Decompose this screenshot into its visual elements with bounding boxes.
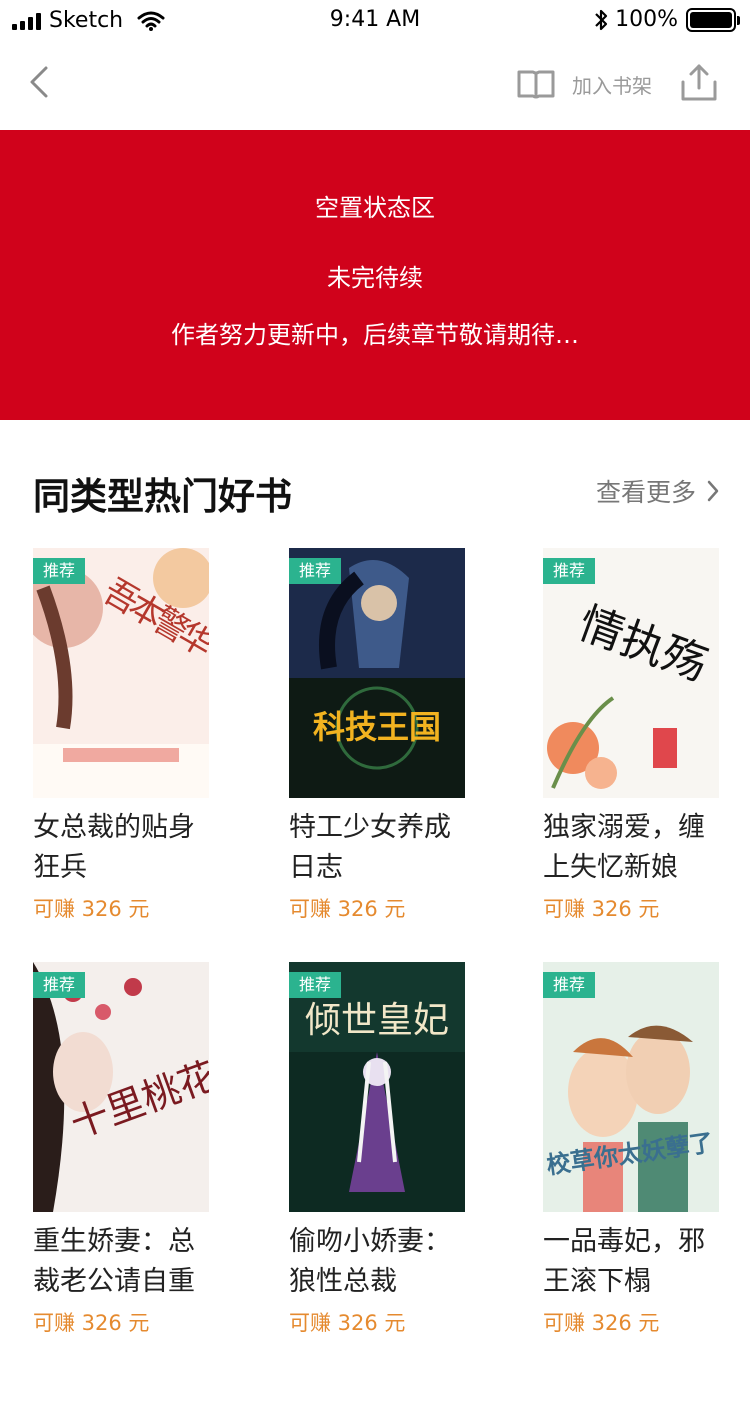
- book-earn: 可赚 326 元: [289, 897, 406, 921]
- see-more-label: 查看更多: [595, 478, 696, 507]
- book-title-line: 女总裁的贴身: [33, 812, 195, 843]
- book-title: 重生娇妻：总 裁老公请自重: [33, 1222, 223, 1302]
- section-title: 同类型热门好书: [33, 474, 292, 518]
- empty-state-subtitle: 未完待续: [327, 264, 423, 292]
- book-title: 特工少女养成 日志: [289, 808, 479, 888]
- recommend-tag: 推荐: [289, 972, 341, 998]
- book-cover: 吾本警华 推荐: [33, 548, 209, 798]
- battery-percent: 100%: [615, 7, 678, 32]
- cover-title: 倾世皇妃: [305, 1000, 449, 1041]
- empty-state-title: 空置状态区: [315, 194, 435, 222]
- status-bar: Sketch 9:41 AM 100%: [0, 0, 750, 40]
- book-title-line: 独家溺爱，缠: [543, 812, 705, 843]
- book-title: 偷吻小娇妻： 狼性总裁: [289, 1222, 479, 1302]
- book-title-line: 日志: [289, 852, 343, 883]
- empty-state-area: 空置状态区 未完待续 作者努力更新中，后续章节敬请期待…: [0, 130, 750, 420]
- book-earn: 可赚 326 元: [543, 897, 660, 921]
- recommend-tag: 推荐: [289, 558, 341, 584]
- recommend-tag: 推荐: [543, 558, 595, 584]
- empty-state-description: 作者努力更新中，后续章节敬请期待…: [171, 321, 579, 349]
- book-title-line: 上失忆新娘: [543, 852, 678, 883]
- recommend-tag: 推荐: [543, 972, 595, 998]
- status-right: 100%: [593, 7, 740, 32]
- bluetooth-icon: [595, 9, 608, 30]
- book-cover: 情执殇 推荐: [543, 548, 719, 798]
- chevron-left-icon: [30, 66, 48, 98]
- recommend-tag: 推荐: [33, 972, 85, 998]
- book-icon: [517, 70, 555, 99]
- recommend-tag: 推荐: [33, 558, 85, 584]
- book-title-line: 一品毒妃，邪: [543, 1226, 705, 1257]
- add-to-shelf-button[interactable]: 加入书架: [516, 64, 652, 104]
- book-title-line: 重生娇妻：总: [33, 1226, 195, 1257]
- book-title-line: 狂兵: [33, 852, 87, 883]
- book-cover: 校草你太妖孽了 推荐: [543, 962, 719, 1212]
- back-button[interactable]: [24, 62, 60, 102]
- book-title-line: 偷吻小娇妻：: [289, 1226, 451, 1257]
- share-button[interactable]: [678, 62, 720, 104]
- book-earn: 可赚 326 元: [33, 1311, 150, 1335]
- cover-title: 科技王国: [313, 708, 441, 746]
- book-title-line: 特工少女养成: [289, 812, 451, 843]
- chevron-right-icon: [707, 480, 719, 502]
- book-cover: 十里桃花 推荐: [33, 962, 209, 1212]
- book-earn: 可赚 326 元: [543, 1311, 660, 1335]
- book-earn: 可赚 326 元: [33, 897, 150, 921]
- book-title-line: 裁老公请自重: [33, 1266, 195, 1297]
- see-more-link[interactable]: 查看更多: [596, 473, 720, 509]
- book-cover: 科技王国 推荐: [289, 548, 465, 798]
- book-title-line: 王滚下榻: [543, 1266, 651, 1297]
- book-title-line: 狼性总裁: [289, 1266, 397, 1297]
- book-earn: 可赚 326 元: [289, 1311, 406, 1335]
- book-cover: 倾世皇妃 推荐: [289, 962, 465, 1212]
- add-to-shelf-label: 加入书架: [572, 73, 652, 98]
- battery-icon: [686, 7, 740, 32]
- nav-bar: 加入书架: [0, 40, 750, 130]
- book-title: 一品毒妃，邪 王滚下榻: [543, 1222, 733, 1302]
- book-title: 独家溺爱，缠 上失忆新娘: [543, 808, 733, 888]
- share-icon: [681, 64, 717, 101]
- book-title: 女总裁的贴身 狂兵: [33, 808, 223, 888]
